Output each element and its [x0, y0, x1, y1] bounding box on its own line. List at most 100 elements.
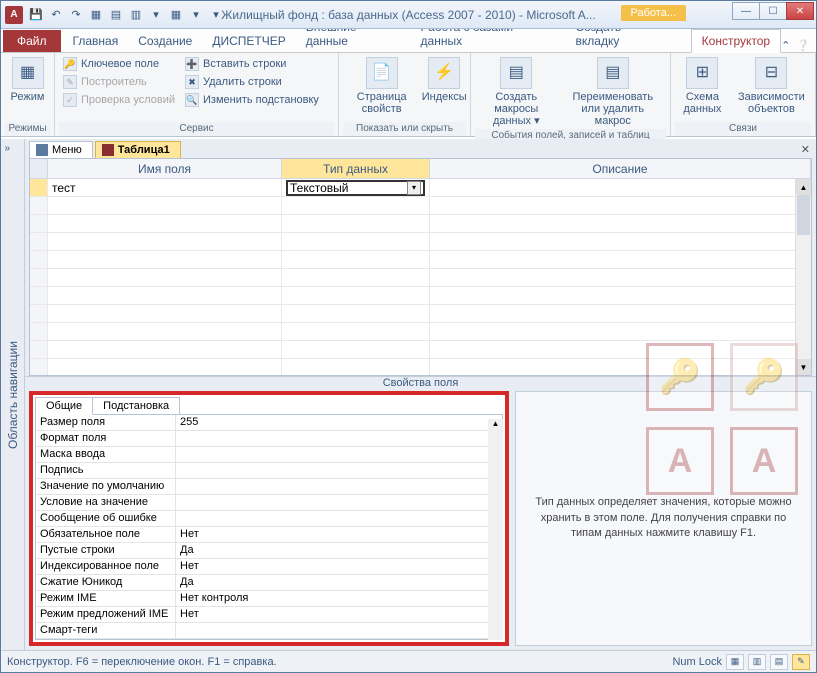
rename-macro-button[interactable]: ▤ Переименовать или удалить макрос [560, 55, 666, 129]
prop-value[interactable]: Да [176, 575, 502, 590]
field-name-cell[interactable]: тест [48, 179, 282, 196]
insert-row-icon: ➕ [185, 57, 199, 71]
prop-row[interactable]: Размер поля255 [36, 415, 502, 431]
modify-lookup-button[interactable]: 🔍Изменить подстановку [181, 91, 323, 109]
scroll-thumb[interactable] [797, 195, 810, 235]
tab-create[interactable]: Создание [128, 30, 202, 52]
row-selector[interactable] [30, 179, 48, 196]
view-pivot-button[interactable]: ▥ [748, 654, 766, 670]
prop-label: Режим IME [36, 591, 176, 606]
primary-key-button[interactable]: 🔑Ключевое поле [59, 55, 179, 73]
prop-value[interactable]: Нет [176, 527, 502, 542]
prop-row[interactable]: Пустые строкиДа [36, 543, 502, 559]
indexes-button[interactable]: ⚡ Индексы [422, 55, 466, 105]
view-chart-button[interactable]: ▤ [770, 654, 788, 670]
help-icon[interactable]: ❔ [796, 39, 810, 52]
navigation-pane[interactable]: » Область навигации [1, 139, 25, 650]
rename-icon: ▤ [597, 57, 629, 89]
prop-value[interactable]: 255 [176, 415, 502, 430]
row-selector-header[interactable] [30, 159, 48, 178]
maximize-button[interactable]: ☐ [759, 2, 787, 20]
doc-tab-menu[interactable]: Меню [29, 141, 93, 158]
doc-close-icon[interactable]: ✕ [801, 143, 810, 156]
nav-expand-icon[interactable]: » [5, 143, 21, 159]
schema-icon: ⊞ [686, 57, 718, 89]
prop-row[interactable]: Смарт-теги [36, 623, 502, 639]
tab-home[interactable]: Главная [63, 30, 129, 52]
view-design-button[interactable]: ✎ [792, 654, 810, 670]
relationships-button[interactable]: ⊞ Схема данных [675, 55, 730, 117]
prop-value[interactable] [176, 495, 502, 510]
qat-btn-6[interactable]: ▥ [127, 6, 145, 24]
prop-row[interactable]: Индексированное полеНет [36, 559, 502, 575]
undo-icon[interactable]: ↶ [47, 6, 65, 24]
prop-row[interactable]: Подпись [36, 463, 502, 479]
prop-row[interactable]: Режим IMEНет контроля [36, 591, 502, 607]
col-header-desc[interactable]: Описание [430, 159, 811, 178]
prop-value[interactable] [176, 479, 502, 494]
tab-dispatcher[interactable]: ДИСПЕТЧЕР [202, 30, 295, 52]
close-button[interactable]: ✕ [786, 2, 814, 20]
type-dropdown[interactable]: Текстовый ▾ [286, 180, 425, 196]
test-rules-button[interactable]: ✓Проверка условий [59, 91, 179, 109]
props-scrollbar[interactable]: ▲ [488, 419, 503, 640]
group-rel-label: Связи [675, 122, 811, 136]
prop-row[interactable]: Формат поля [36, 431, 502, 447]
data-macros-button[interactable]: ▤ Создать макросы данных ▾ [475, 55, 558, 129]
prop-row[interactable]: Сжатие ЮникодДа [36, 575, 502, 591]
delete-rows-button[interactable]: ✖Удалить строки [181, 73, 323, 91]
qat-btn-8[interactable]: ▦ [167, 6, 185, 24]
prop-row[interactable]: Сообщение об ошибке [36, 511, 502, 527]
qat-btn-5[interactable]: ▤ [107, 6, 125, 24]
prop-row[interactable]: Обязательное полеНет [36, 527, 502, 543]
prop-value[interactable]: Нет [176, 559, 502, 574]
prop-value[interactable]: Да [176, 543, 502, 558]
key-icon: 🔑 [63, 57, 77, 71]
property-sheet-button[interactable]: 📄 Страница свойств [343, 55, 420, 117]
tab-design[interactable]: Конструктор [691, 29, 781, 53]
view-mode-button[interactable]: ▦ Режим [5, 55, 50, 105]
doc-tab-table1[interactable]: Таблица1 [95, 141, 181, 158]
prop-value[interactable]: Нет контроля [176, 591, 502, 606]
qat-btn-9[interactable]: ▾ [187, 6, 205, 24]
qat-btn-4[interactable]: ▦ [87, 6, 105, 24]
col-header-name[interactable]: Имя поля [48, 159, 282, 178]
table-row[interactable]: тест Текстовый ▾ [30, 179, 811, 197]
prop-value[interactable] [176, 623, 502, 638]
prop-value[interactable] [176, 463, 502, 478]
prop-tab-lookup[interactable]: Подстановка [92, 397, 180, 415]
file-tab[interactable]: Файл [3, 30, 61, 52]
prop-value[interactable] [176, 447, 502, 462]
view-datasheet-button[interactable]: ▦ [726, 654, 744, 670]
insert-rows-button[interactable]: ➕Вставить строки [181, 55, 323, 73]
qat-btn-7[interactable]: ▾ [147, 6, 165, 24]
ribbon-minimize-icon[interactable]: ⌃ [781, 39, 790, 52]
prop-value[interactable]: Нет [176, 607, 502, 622]
prop-row[interactable]: Маска ввода [36, 447, 502, 463]
prop-row[interactable]: Режим предложений IMEНет [36, 607, 502, 623]
status-bar: Конструктор. F6 = переключение окон. F1 … [1, 650, 816, 672]
save-icon[interactable]: 💾 [27, 6, 45, 24]
table-icon [102, 144, 114, 156]
status-text: Конструктор. F6 = переключение окон. F1 … [7, 656, 277, 668]
prop-row[interactable]: Условие на значение [36, 495, 502, 511]
property-sheet-icon: 📄 [366, 57, 398, 89]
prop-tab-general[interactable]: Общие [35, 397, 93, 415]
field-hint-panel: Тип данных определяет значения, которые … [515, 391, 812, 646]
prop-value[interactable] [176, 431, 502, 446]
col-header-type[interactable]: Тип данных [282, 159, 430, 178]
builder-button[interactable]: ✎Построитель [59, 73, 179, 91]
dependencies-button[interactable]: ⊟ Зависимости объектов [732, 55, 811, 117]
redo-icon[interactable]: ↷ [67, 6, 85, 24]
scroll-down-icon[interactable]: ▼ [796, 359, 811, 375]
scroll-up-icon[interactable]: ▲ [796, 179, 811, 195]
minimize-button[interactable]: — [732, 2, 760, 20]
field-type-cell[interactable]: Текстовый ▾ [282, 179, 430, 196]
field-desc-cell[interactable] [430, 179, 811, 196]
deps-icon: ⊟ [755, 57, 787, 89]
grid-scrollbar[interactable]: ▲ ▼ [795, 179, 811, 375]
window-controls: — ☐ ✕ [733, 2, 814, 20]
prop-value[interactable] [176, 511, 502, 526]
prop-row[interactable]: Значение по умолчанию [36, 479, 502, 495]
chevron-down-icon[interactable]: ▾ [407, 181, 421, 195]
